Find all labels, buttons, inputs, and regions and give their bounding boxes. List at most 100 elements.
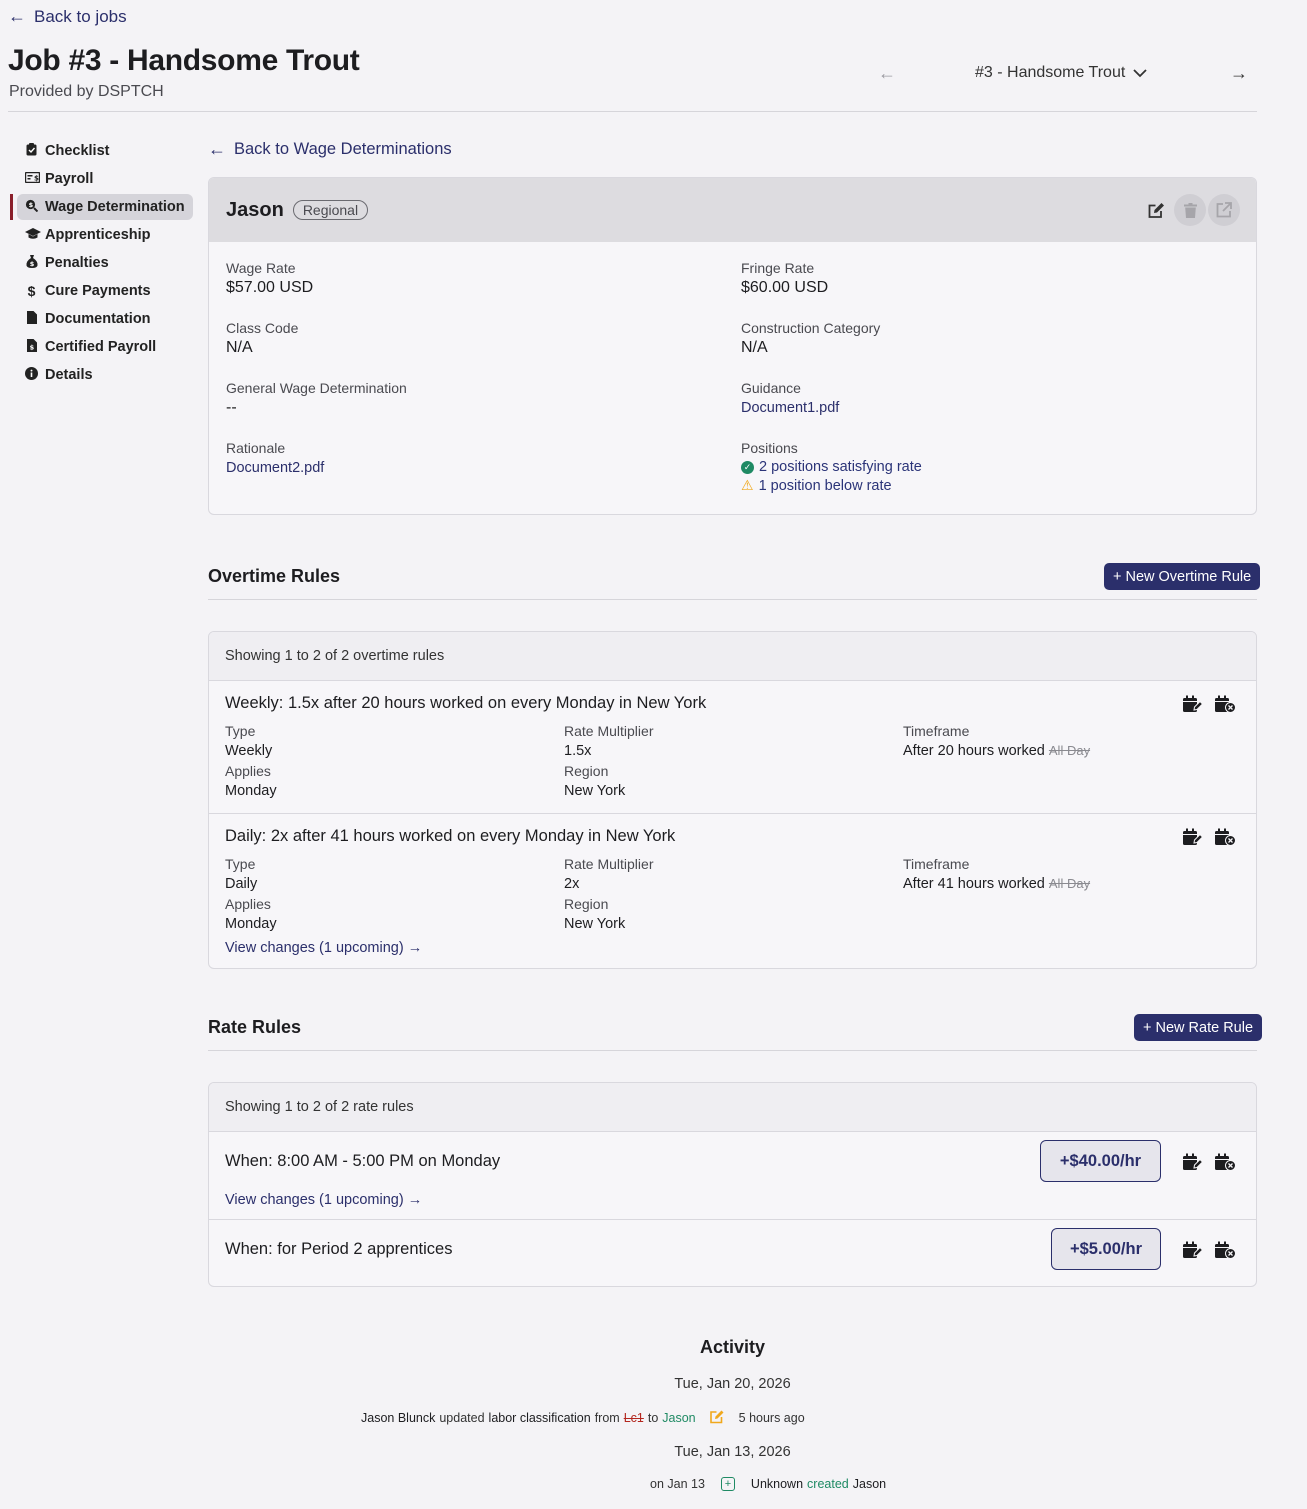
positions-label: Positions xyxy=(741,440,798,456)
card-header: Jason Regional xyxy=(209,178,1256,242)
activity-time: 5 hours ago xyxy=(738,1411,805,1425)
new-overtime-rule-button[interactable]: + New Overtime Rule xyxy=(1104,563,1261,590)
activity-new-value: Jason xyxy=(662,1411,696,1425)
timeframe-label: Timeframe xyxy=(903,723,970,739)
edit-button[interactable] xyxy=(1140,194,1172,226)
activity-user: Jason Blunck xyxy=(361,1411,436,1425)
sidebar-item-label: Penalties xyxy=(45,255,109,271)
sidebar-item-label: Certified Payroll xyxy=(45,339,157,355)
sidebar-item-payroll[interactable]: $ Payroll xyxy=(10,165,200,193)
calendar-delete-icon xyxy=(1215,1153,1236,1171)
file-invoice-dollar-icon: $ xyxy=(25,339,38,355)
card-actions xyxy=(1140,194,1240,226)
view-changes-link[interactable]: View changes (1 upcoming) → xyxy=(225,1192,422,1208)
row-actions xyxy=(1183,1241,1236,1264)
activity-entry: on Jan 13 + Unknown created Jason xyxy=(650,1477,886,1491)
rate-rules-title: Rate Rules xyxy=(208,1017,302,1037)
activity-old-value: Lc1 xyxy=(623,1411,644,1425)
activity-entry: Jason Blunck updated labor classificatio… xyxy=(361,1409,805,1427)
delete-rule-button[interactable] xyxy=(1215,1241,1236,1264)
positions-below-text: 1 position below rate xyxy=(758,477,892,494)
region-label: Region xyxy=(564,763,609,779)
region-value: New York xyxy=(564,783,626,799)
positions-satisfying-text: 2 positions satisfying rate xyxy=(759,459,922,475)
previous-job-button[interactable]: ← xyxy=(878,63,896,84)
sidebar-item-apprenticeship[interactable]: Apprenticeship xyxy=(10,221,200,249)
type-value: Daily xyxy=(225,876,258,892)
timeframe-previous: All Day xyxy=(1048,743,1091,758)
activity-date: Tue, Jan 20, 2026 xyxy=(674,1376,791,1392)
row-actions xyxy=(1183,695,1236,718)
class-code-label: Class Code xyxy=(226,320,299,336)
delete-button[interactable] xyxy=(1174,194,1206,226)
delete-rule-button[interactable] xyxy=(1215,695,1236,718)
timeframe-text: After 41 hours worked xyxy=(903,876,1045,892)
wage-rate-field: Wage Rate $57.00 USD xyxy=(226,260,313,297)
delete-rule-button[interactable] xyxy=(1215,828,1236,851)
timeframe-label: Timeframe xyxy=(903,856,970,872)
sidebar-item-cure-payments[interactable]: $ Cure Payments xyxy=(10,277,200,305)
sidebar-item-details[interactable]: Details xyxy=(10,361,200,389)
construction-category-label: Construction Category xyxy=(741,320,881,336)
view-changes-link[interactable]: View changes (1 upcoming) → xyxy=(225,940,1240,956)
status-badge: Regional xyxy=(292,200,369,220)
edit-rule-button[interactable] xyxy=(1183,828,1204,851)
positions-below-link[interactable]: ⚠ 1 position below rate xyxy=(741,477,922,494)
list-item: When: for Period 2 apprentices +$5.00/hr xyxy=(209,1220,1256,1286)
row-actions xyxy=(1183,828,1236,851)
sidebar-item-documentation[interactable]: Documentation xyxy=(10,305,200,333)
applies-value: Monday xyxy=(225,783,277,799)
external-link-icon xyxy=(1216,202,1232,218)
applies-label: Applies xyxy=(225,896,271,912)
back-to-jobs-link[interactable]: ← Back to jobs xyxy=(8,6,127,27)
edit-icon xyxy=(1148,202,1164,218)
overtime-rule-details: Type Daily Applies Monday Rate Multiplie… xyxy=(225,854,1240,934)
sidebar-item-checklist[interactable]: Checklist xyxy=(10,137,200,165)
svg-text:$: $ xyxy=(29,344,34,352)
activity-object: Jason xyxy=(852,1477,887,1491)
type-label: Type xyxy=(225,723,256,739)
class-code-field: Class Code N/A xyxy=(226,320,298,357)
rate-amount-badge: +$5.00/hr xyxy=(1051,1228,1161,1270)
edit-rule-button[interactable] xyxy=(1183,695,1204,718)
positions-satisfying-link[interactable]: ✓ 2 positions satisfying rate xyxy=(741,459,922,475)
back-to-wage-determinations-link[interactable]: ← Back to Wage Determinations xyxy=(208,139,452,160)
arrow-left-icon: ← xyxy=(878,63,896,83)
overtime-rule-details: Type Weekly Applies Monday Rate Multipli… xyxy=(225,721,1240,801)
activity-verb: created xyxy=(807,1477,849,1491)
graduation-cap-icon xyxy=(25,227,41,243)
sidebar-item-penalties[interactable]: $ Penalties xyxy=(10,249,200,277)
list-item: Weekly: 1.5x after 20 hours worked on ev… xyxy=(209,681,1256,814)
timeframe-value: After 41 hours worked All Day xyxy=(903,874,1233,894)
fringe-rate-field: Fringe Rate $60.00 USD xyxy=(741,260,828,297)
class-code-value: N/A xyxy=(226,339,253,356)
guidance-document-link[interactable]: Document1.pdf xyxy=(741,400,839,416)
region-value: New York xyxy=(564,916,626,932)
sidebar-item-wage-determination[interactable]: $ Wage Determination xyxy=(10,193,200,221)
clipboard-check-icon xyxy=(25,143,38,159)
activity-time: on Jan 13 xyxy=(650,1477,705,1491)
active-indicator xyxy=(10,194,13,220)
rationale-document-link[interactable]: Document2.pdf xyxy=(226,460,324,476)
trash-icon xyxy=(1183,202,1197,218)
edit-rule-button[interactable] xyxy=(1183,1153,1204,1176)
job-selector[interactable]: #3 - Handsome Trout xyxy=(975,64,1147,82)
multiplier-value: 1.5x xyxy=(564,743,592,759)
new-rate-rule-button[interactable]: + New Rate Rule xyxy=(1134,1014,1263,1041)
sidebar-item-certified-payroll[interactable]: $ Certified Payroll xyxy=(10,333,200,361)
activity-date: Tue, Jan 13, 2026 xyxy=(674,1444,791,1460)
arrow-left-icon: ← xyxy=(208,139,226,159)
general-wage-value: -- xyxy=(226,399,237,416)
page-title: Job #3 - Handsome Trout xyxy=(8,44,360,77)
plus-square-icon: + xyxy=(720,1477,735,1491)
region-label: Region xyxy=(564,896,609,912)
overtime-rules-title: Overtime Rules xyxy=(208,566,341,586)
open-external-button[interactable] xyxy=(1208,194,1240,226)
delete-rule-button[interactable] xyxy=(1215,1153,1236,1176)
info-circle-icon xyxy=(25,367,38,383)
next-job-button[interactable]: → xyxy=(1230,63,1248,84)
fringe-rate-value: $60.00 USD xyxy=(741,279,829,296)
rate-rules-count: Showing 1 to 2 of 2 rate rules xyxy=(209,1083,1256,1132)
edit-rule-button[interactable] xyxy=(1183,1241,1204,1264)
sidebar: Checklist $ Payroll $ Wage Determination… xyxy=(10,137,200,389)
